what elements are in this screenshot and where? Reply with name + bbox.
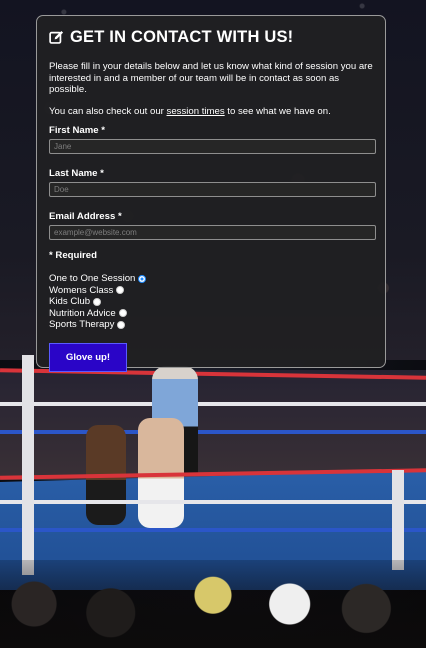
first-name-input[interactable]: [49, 139, 376, 154]
contact-form: GET IN CONTACT WITH US! Please fill in y…: [36, 15, 386, 372]
email-label: Email Address *: [49, 211, 122, 222]
form-title: GET IN CONTACT WITH US!: [49, 28, 373, 47]
intro2-after: to see what we have on.: [224, 105, 331, 117]
intro2-before: You can also check out our: [49, 105, 167, 117]
session-radio-group: One to One Session Womens Class Kids Clu…: [49, 273, 373, 331]
session-option-label: One to One Session: [49, 273, 136, 284]
session-option: Kids Club: [49, 296, 373, 308]
email-input[interactable]: [49, 225, 376, 240]
glove-up-submit-button[interactable]: Glove up!: [49, 342, 127, 372]
ring-rope: [0, 430, 426, 434]
form-intro-session-times: You can also check out our session times…: [49, 106, 373, 118]
session-option: Sports Therapy: [49, 319, 373, 331]
session-radio-nutrition-advice[interactable]: [118, 309, 127, 318]
session-option-label: Womens Class: [49, 284, 114, 296]
ring-rope: [0, 402, 426, 406]
ring-post: [392, 470, 404, 570]
edit-icon: [49, 30, 64, 44]
last-name-input[interactable]: [49, 182, 376, 197]
crowd-lower: [0, 560, 426, 648]
session-option: Womens Class: [49, 285, 373, 297]
session-times-link[interactable]: session times: [167, 106, 225, 117]
session-radio-kids-club[interactable]: [93, 297, 102, 306]
last-name-label: Last Name *: [49, 168, 104, 179]
ringside-area: [0, 370, 426, 480]
session-radio-womens-class[interactable]: [116, 286, 125, 295]
ring-rope: [0, 528, 426, 532]
first-name-label: First Name *: [49, 125, 105, 136]
session-radio-one-to-one[interactable]: [138, 274, 147, 283]
required-note: * Required: [49, 250, 97, 261]
session-radio-sports-therapy[interactable]: [117, 320, 126, 329]
session-option: Nutrition Advice: [49, 308, 373, 320]
ring-post: [22, 355, 34, 575]
session-option-label: Nutrition Advice: [49, 307, 116, 319]
session-option-label: Sports Therapy: [49, 319, 115, 330]
form-title-text: GET IN CONTACT WITH US!: [70, 28, 294, 46]
session-option-label: Kids Club: [49, 296, 91, 307]
form-intro: Please fill in your details below and le…: [49, 61, 373, 95]
session-option: One to One Session: [49, 273, 373, 285]
ring-rope: [0, 500, 426, 504]
